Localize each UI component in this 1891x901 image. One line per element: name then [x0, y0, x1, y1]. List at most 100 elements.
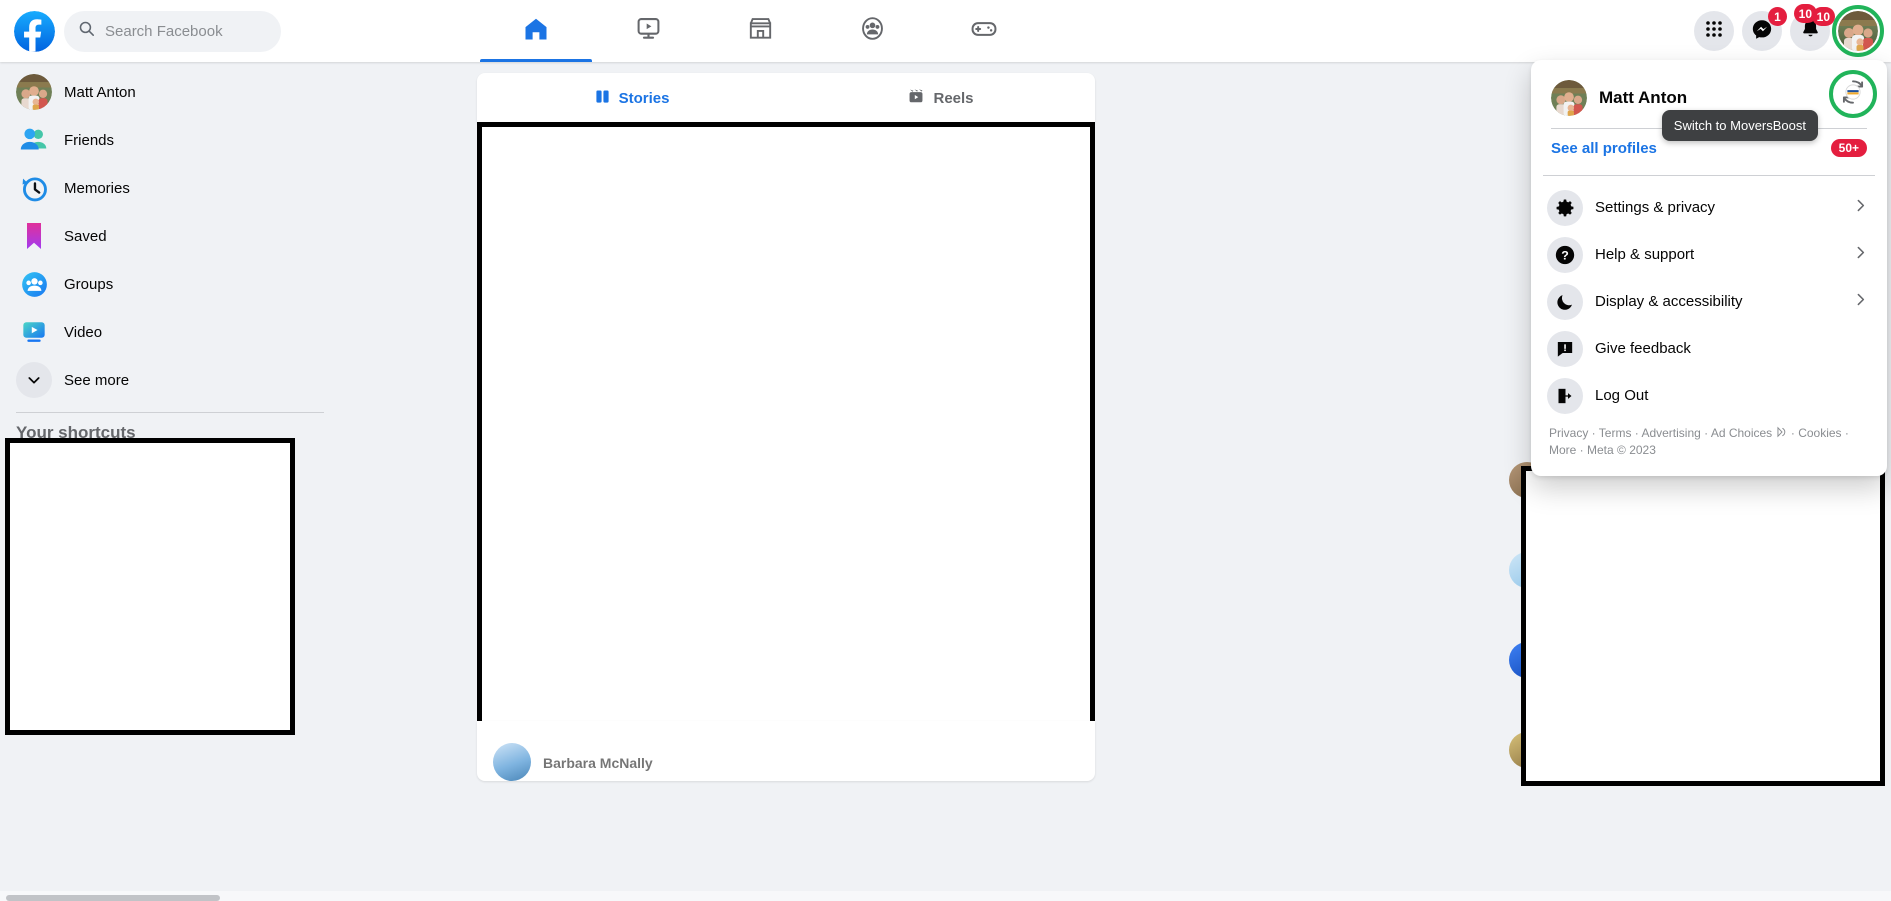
menu-item-label: Settings & privacy [1595, 199, 1716, 216]
switch-profile-tooltip: Switch to MoversBoost [1661, 110, 1818, 141]
gear-icon [1547, 189, 1583, 226]
switch-profile-button[interactable] [1829, 70, 1877, 118]
gaming-icon [970, 15, 998, 48]
footer-links-line1[interactable]: Privacy · Terms · Advertising · Ad Choic… [1549, 426, 1772, 440]
friends-icon [16, 122, 52, 158]
topbar-left-group: Search Facebook [14, 0, 281, 62]
active-tab-underline [480, 59, 592, 62]
sidebar-item-friends[interactable]: Friends [8, 118, 332, 162]
menu-item-label: Help & support [1595, 246, 1695, 263]
nav-tab-groups[interactable] [816, 0, 928, 62]
switch-profile-icon [1838, 77, 1868, 112]
grid-menu-button[interactable] [1694, 11, 1734, 51]
sidebar-item-label: Memories [64, 179, 130, 197]
feed-redacted-area [477, 122, 1095, 726]
chevron-right-icon [1852, 197, 1869, 219]
footer-links-line1-end[interactable]: · Cookies · [1791, 426, 1849, 440]
chevron-right-icon [1852, 244, 1869, 266]
feed-post-peek[interactable]: Barbara McNally [477, 721, 1095, 781]
saved-bookmark-icon [16, 218, 52, 254]
nav-tab-home[interactable] [480, 0, 592, 62]
menu-item-label: Display & accessibility [1595, 293, 1743, 310]
facebook-logo-icon[interactable] [14, 10, 55, 52]
menu-item-log-out[interactable]: Log Out [1539, 372, 1879, 419]
sidebar-divider [16, 412, 324, 413]
menu-item-label: Log Out [1595, 387, 1649, 404]
sidebar-item-label: Groups [64, 275, 114, 293]
groups-circle-icon [16, 266, 52, 302]
sidebar-item-groups[interactable]: Groups [8, 262, 332, 306]
sidebar-item-saved[interactable]: Saved [8, 214, 332, 258]
menu-item-label: Give feedback [1595, 340, 1691, 357]
groups-icon [859, 15, 886, 47]
profile-avatar-icon [16, 74, 52, 110]
chevron-right-icon [1852, 291, 1869, 313]
logout-icon [1547, 377, 1583, 414]
post-author-avatar [493, 743, 531, 781]
marketplace-icon [747, 15, 774, 47]
horizontal-scrollbar[interactable] [6, 895, 220, 901]
menu-item-settings-privacy[interactable]: Settings & privacy [1539, 184, 1879, 231]
video-play-icon [16, 314, 52, 350]
moon-icon [1547, 283, 1583, 320]
grid-menu-icon [1704, 19, 1724, 44]
feed-tabs-card: Stories Reels [477, 73, 1095, 123]
video-icon [635, 15, 662, 47]
notifications-count: 10 [1793, 4, 1817, 23]
profile-avatar-icon [1551, 80, 1587, 116]
post-author-name: Barbara McNally [543, 755, 653, 771]
tab-stories[interactable]: Stories [477, 88, 786, 109]
sidebar-item-see-more[interactable]: See more [8, 358, 332, 402]
menu-item-display-accessibility[interactable]: Display & accessibility [1539, 278, 1879, 325]
sidebar-item-video[interactable]: Video [8, 310, 332, 354]
sidebar-item-memories[interactable]: Memories [8, 166, 332, 210]
main-feed-column: Stories Reels Barbara McNally [477, 73, 1095, 781]
footer-links-line2[interactable]: More · Meta © 2023 [1549, 443, 1656, 457]
dropdown-footer: Privacy · Terms · Advertising · Ad Choic… [1539, 419, 1879, 468]
sidebar-item-label: Matt Anton [64, 83, 136, 101]
tab-reels[interactable]: Reels [786, 87, 1095, 109]
stories-icon [594, 88, 611, 109]
menu-item-give-feedback[interactable]: Give feedback [1539, 325, 1879, 372]
topbar-nav-tabs [480, 0, 1040, 62]
chevron-down-icon [16, 362, 52, 398]
search-placeholder: Search Facebook [105, 22, 223, 40]
ad-choices-icon [1776, 426, 1791, 440]
nav-tab-marketplace[interactable] [704, 0, 816, 62]
profiles-count-badge: 50+ [1830, 139, 1867, 157]
top-navigation-bar: Search Facebook 1 10 [0, 0, 1891, 62]
messenger-button[interactable]: 1 [1742, 7, 1787, 51]
home-icon [522, 15, 550, 48]
sidebar-item-profile[interactable]: Matt Anton [8, 70, 332, 114]
right-column-redacted-area [1521, 466, 1885, 786]
memories-clock-icon [16, 170, 52, 206]
search-input[interactable]: Search Facebook [64, 10, 281, 52]
facebook-page: Search Facebook 1 10 10 Matt Anton Frien… [0, 0, 1891, 901]
question-mark-icon: ? [1547, 236, 1583, 273]
menu-item-help-support[interactable]: ? Help & support [1539, 231, 1879, 278]
nav-tab-gaming[interactable] [928, 0, 1040, 62]
avatar-icon [1838, 11, 1878, 51]
left-sidebar: Matt Anton Friends Memories Saved Groups… [0, 62, 340, 901]
see-more-icon-wrap [16, 362, 52, 398]
topbar-right-group: 1 10 [1694, 0, 1884, 62]
tab-label: Stories [618, 89, 670, 107]
page-bottom-strip [0, 891, 1891, 901]
notifications-badge-overlay: 10 [1793, 4, 1817, 23]
reels-icon [907, 87, 925, 109]
search-icon [78, 20, 95, 42]
sidebar-item-label: See more [64, 371, 130, 389]
tab-label: Reels [933, 89, 974, 107]
account-avatar-button[interactable] [1832, 5, 1884, 57]
dropdown-divider [1543, 175, 1875, 176]
sidebar-item-label: Saved [64, 227, 107, 245]
sidebar-item-label: Video [64, 323, 103, 341]
see-all-profiles-link[interactable]: See all profiles [1551, 140, 1657, 157]
shortcuts-redacted-area [5, 438, 295, 735]
svg-text:?: ? [1561, 248, 1569, 262]
dropdown-profile-name: Matt Anton [1599, 88, 1688, 107]
nav-tab-video[interactable] [592, 0, 704, 62]
sidebar-item-label: Friends [64, 131, 115, 149]
feedback-icon [1547, 330, 1583, 367]
messenger-badge: 1 [1768, 7, 1787, 26]
